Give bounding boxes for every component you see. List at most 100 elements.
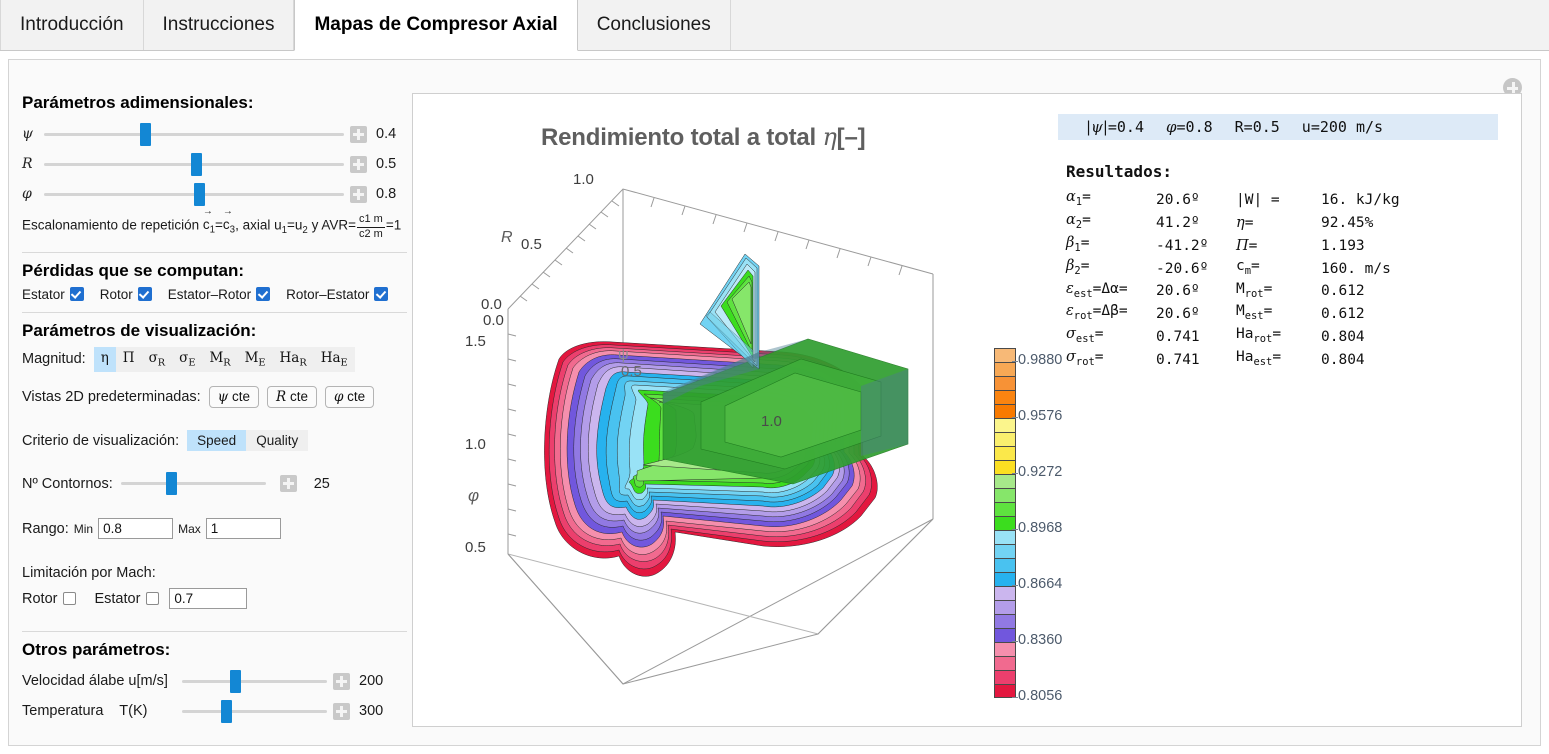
slider-track-blade-speed[interactable] xyxy=(182,669,327,693)
results-row: σrot= 0.741 Haest= 0.804 xyxy=(1066,347,1431,370)
magnitude-button-m-e[interactable]: ME xyxy=(238,347,273,373)
results-value-left: 41.2º xyxy=(1156,214,1200,231)
magnitude-button-ha-r[interactable]: HaR xyxy=(273,347,314,373)
magnitude-button-sigma-e[interactable]: σE xyxy=(172,347,202,373)
colorbar-tick-2: 0.9272 xyxy=(1011,464,1063,480)
repetition-stage-note: Escalonamiento de repetición c1=c3, axia… xyxy=(22,206,407,242)
loss-label-rotor-estator: Rotor–Estator xyxy=(286,286,370,302)
results-label-left: β1= xyxy=(1066,234,1090,254)
results-row: εest=Δα= 20.6º Mrot= 0.612 xyxy=(1066,279,1431,302)
results-value-right: 0.804 xyxy=(1321,352,1365,369)
plot-title-text: Rendimiento total a total xyxy=(541,124,823,151)
checkbox-mach-rotor[interactable] xyxy=(63,592,77,606)
results-value-left: 20.6º xyxy=(1156,306,1200,323)
contours-slider-track[interactable] xyxy=(120,472,266,496)
stepper-r[interactable] xyxy=(350,155,367,173)
criterion-button-speed[interactable]: Speed xyxy=(187,430,247,452)
checkbox-mach-estator[interactable] xyxy=(146,592,160,606)
stepper-blade-speed[interactable] xyxy=(333,672,350,690)
magnitude-button-sigma-r[interactable]: σR xyxy=(142,347,173,373)
slider-track-temperature[interactable] xyxy=(182,699,327,723)
colorbar-swatch-17 xyxy=(994,586,1016,600)
loss-item-estator[interactable]: Estator xyxy=(22,287,84,302)
loss-label-estator: Estator xyxy=(22,286,65,302)
magnitude-button-pi[interactable]: Π xyxy=(116,347,142,373)
mach-value-input[interactable] xyxy=(169,588,248,610)
loss-label-estator-rotor: Estator–Rotor xyxy=(167,286,252,302)
criterion-button-group: Speed Quality xyxy=(187,430,309,452)
range-max-input[interactable] xyxy=(205,518,281,540)
slider-row-temperature: Temperatura T(K) 300 xyxy=(22,696,407,726)
colorbar-tick-1: 0.9576 xyxy=(1011,408,1063,424)
results-label-right: Harot= xyxy=(1236,326,1290,346)
slider-thumb-blade-speed[interactable] xyxy=(229,669,241,693)
tab-instrucciones[interactable]: Instrucciones xyxy=(143,0,295,50)
view-button-phi-cte[interactable]: φ cte xyxy=(324,386,375,409)
range-min-input[interactable] xyxy=(98,518,174,540)
checkbox-rotor-estator[interactable] xyxy=(374,287,389,301)
magnitude-button-ha-e[interactable]: HaE xyxy=(314,347,355,373)
results-value-left: 0.741 xyxy=(1156,352,1200,369)
loss-item-rotor[interactable]: Rotor xyxy=(100,287,152,302)
view-button-r-cte[interactable]: R cte xyxy=(267,386,317,409)
loss-label-rotor: Rotor xyxy=(99,286,133,302)
results-value-right: 1.193 xyxy=(1321,237,1365,254)
magnitude-button-m-r[interactable]: MR xyxy=(202,347,237,373)
results-row: α1= 20.6º |W| = 16. kJ/kg xyxy=(1066,187,1431,210)
magnitude-button-eta[interactable]: η xyxy=(93,346,116,373)
range-max-label: Max xyxy=(178,521,201,536)
header-r-label: R xyxy=(1234,118,1244,136)
header-phi-value: =0.8 xyxy=(1176,118,1213,136)
plot-title: Rendimiento total a total η[–] xyxy=(541,123,866,152)
colorbar-tick-4: 0.8664 xyxy=(1011,576,1063,592)
slider-track-psi[interactable] xyxy=(44,122,344,146)
results-value-right: 160. m/s xyxy=(1321,260,1391,277)
results-header: |ψ|=0.4 φ=0.8 R=0.5 u=200 m/s xyxy=(1058,114,1498,140)
contour-plot-3d[interactable]: 1.0 0.5 0.0 0.0 ψ 0.5 1.0 1.5 1.0 0.5 R … xyxy=(463,154,983,694)
slider-row-r: R 0.5 xyxy=(22,149,407,179)
tab-mapas-de-compresor-axial[interactable]: Mapas de Compresor Axial xyxy=(294,0,578,51)
note-avr: y AVR= xyxy=(307,217,356,233)
tick-phi-1.5: 1.5 xyxy=(465,333,486,350)
colorbar-tick-6: 0.8056 xyxy=(1011,688,1063,704)
contours-slider-thumb[interactable] xyxy=(165,472,177,496)
stepper-psi[interactable] xyxy=(350,125,367,143)
range-label: Rango: xyxy=(22,520,69,537)
colorbar-swatch-10 xyxy=(994,488,1016,502)
tab-conclusiones[interactable]: Conclusiones xyxy=(577,0,731,50)
results-row: β2= -20.6º cm= 160. m/s xyxy=(1066,256,1431,279)
slider-row-psi: ψ 0.4 xyxy=(22,119,407,149)
slider-thumb-r[interactable] xyxy=(191,152,202,176)
tab-introduccion[interactable]: Introducción xyxy=(0,0,144,50)
divider-3 xyxy=(22,631,407,633)
stepper-phi[interactable] xyxy=(350,185,367,203)
loss-item-estator-rotor[interactable]: Estator–Rotor xyxy=(167,286,271,302)
slider-track-r[interactable] xyxy=(44,152,344,176)
contours-stepper[interactable] xyxy=(279,475,297,493)
results-label-right: Mrot= xyxy=(1236,280,1282,300)
results-row: εrot=Δβ= 20.6º Mest= 0.612 xyxy=(1066,301,1431,324)
slider-thumb-phi[interactable] xyxy=(194,182,205,206)
note-end: =1 xyxy=(385,217,402,233)
checkbox-estator[interactable] xyxy=(69,287,84,301)
checkbox-estator-rotor[interactable] xyxy=(256,287,271,301)
tick-psi-0.0: 0.0 xyxy=(483,312,504,329)
view-button-psi-cte[interactable]: ψ cte xyxy=(208,386,260,409)
note-prefix: Escalonamiento de repetición xyxy=(22,217,203,233)
results-label-right: Π= xyxy=(1236,237,1267,254)
colorbar-swatch-22 xyxy=(994,656,1016,670)
header-u-value: =200 m/s xyxy=(1310,118,1384,136)
checkbox-rotor[interactable] xyxy=(137,287,152,301)
axis-ticks-phi xyxy=(507,333,517,537)
stepper-temperature[interactable] xyxy=(333,702,350,720)
colorbar: 0.9880 0.9576 0.9272 0.8968 0.8664 0.8360 0.80… xyxy=(994,348,1062,704)
header-r-value: =0.5 xyxy=(1243,118,1280,136)
criterion-button-quality[interactable]: Quality xyxy=(246,430,308,451)
slider-track-phi[interactable] xyxy=(44,182,344,206)
results-label-right: cm= xyxy=(1236,257,1269,277)
plot-card: Rendimiento total a total η[–] 1.0 0.5 0… xyxy=(412,93,1522,727)
slider-thumb-temperature[interactable] xyxy=(221,699,233,723)
slider-thumb-psi[interactable] xyxy=(140,122,151,146)
loss-item-rotor-estator[interactable]: Rotor–Estator xyxy=(286,286,389,302)
slider-value-psi: 0.4 xyxy=(376,126,397,142)
